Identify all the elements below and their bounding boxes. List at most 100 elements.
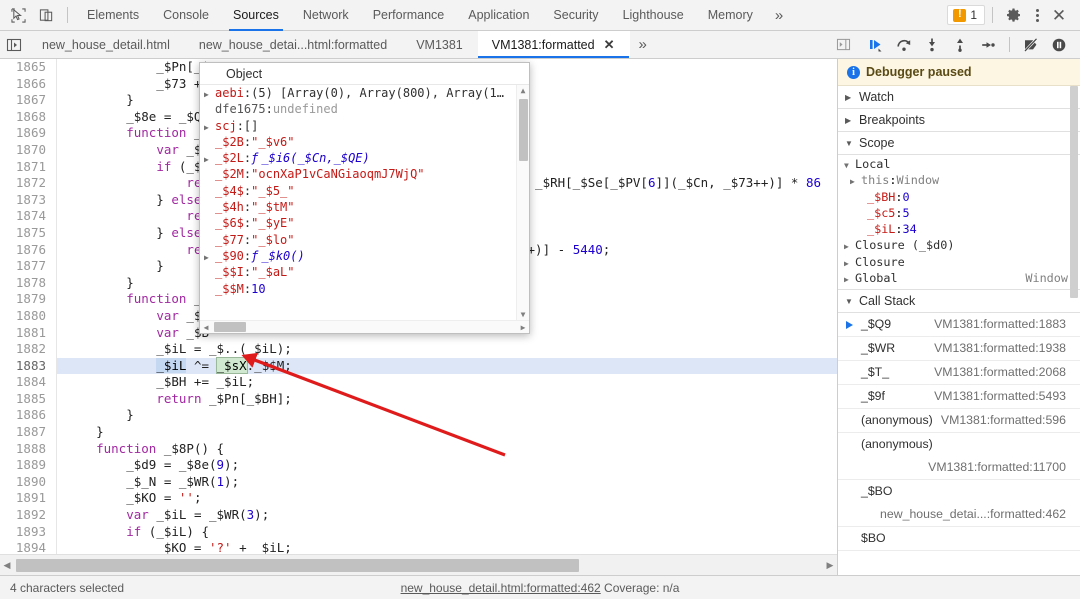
scrollbar-thumb[interactable] xyxy=(16,559,579,572)
resume-script-execution-button[interactable] xyxy=(863,33,889,57)
line-content[interactable]: _$KO = ''; xyxy=(56,490,201,507)
line-content[interactable]: var _$ xyxy=(56,142,201,159)
line-content[interactable]: } else xyxy=(56,225,201,242)
call-stack-location[interactable]: new_house_detai...:formatted:462 xyxy=(880,506,1066,523)
scrollbar-thumb-h[interactable] xyxy=(214,322,246,332)
line-content[interactable]: if (_$iL) { xyxy=(56,524,209,541)
call-stack-location[interactable]: VM1381:formatted:1938 xyxy=(934,340,1066,357)
line-content[interactable]: } xyxy=(56,275,134,292)
line-number[interactable]: 1867 xyxy=(0,92,56,109)
scroll-left-arrow[interactable]: ◀ xyxy=(0,560,14,571)
call-stack-list[interactable]: _$Q9VM1381:formatted:1883_$WRVM1381:form… xyxy=(838,313,1080,575)
code-line[interactable]: 1886 } xyxy=(0,407,837,424)
line-number[interactable]: 1871 xyxy=(0,159,56,176)
code-line[interactable]: 1889 _$d9 = _$8e(9); xyxy=(0,457,837,474)
line-content[interactable]: _$iL = _$..(_$iL); xyxy=(56,341,292,358)
call-stack-row[interactable]: _$9fVM1381:formatted:5493 xyxy=(838,385,1080,409)
file-tab-vm1381[interactable]: VM1381 xyxy=(402,31,478,58)
line-number[interactable]: 1889 xyxy=(0,457,56,474)
tab-console[interactable]: Console xyxy=(151,0,221,31)
object-property-row[interactable]: _$4h: "_$tM" xyxy=(202,200,516,216)
object-property-row[interactable]: _$6$: "_$yE" xyxy=(202,216,516,232)
scope-variable-row[interactable]: ▶Closure (_$d0) xyxy=(838,238,1080,254)
scope-variable-row[interactable]: _$iL: 34 xyxy=(838,222,1080,238)
scroll-right-arrow[interactable]: ▶ xyxy=(517,323,529,332)
object-property-row[interactable]: ▶aebi: (5) [Array(0), Array(800), Array(… xyxy=(202,86,516,102)
show-debugger-sidebar-icon[interactable] xyxy=(831,33,855,57)
scrollbar-thumb[interactable] xyxy=(1070,86,1078,298)
line-content[interactable]: function _$8P() { xyxy=(56,441,224,458)
object-property-row[interactable]: _$4$: "_$5_" xyxy=(202,184,516,200)
chevron-down-icon[interactable]: ▼ xyxy=(844,158,855,174)
kebab-menu-icon[interactable] xyxy=(1028,6,1046,24)
close-icon[interactable]: ✕ xyxy=(604,37,615,53)
line-number[interactable]: 1890 xyxy=(0,474,56,491)
line-number[interactable]: 1869 xyxy=(0,125,56,142)
line-content[interactable]: } xyxy=(56,258,164,275)
line-content[interactable]: _$_N = _$WR(1); xyxy=(56,474,239,491)
object-property-row[interactable]: _$$M: 10 xyxy=(202,282,516,298)
tab-elements[interactable]: Elements xyxy=(75,0,151,31)
step-out-of-current-function-button[interactable] xyxy=(947,33,973,57)
status-badge-warnings[interactable]: 1 xyxy=(947,5,985,25)
tab-performance[interactable]: Performance xyxy=(361,0,457,31)
line-number[interactable]: 1868 xyxy=(0,109,56,126)
scope-variable-row[interactable]: ▼Local xyxy=(838,157,1080,173)
line-number[interactable]: 1888 xyxy=(0,441,56,458)
code-line[interactable]: 1892 var _$iL = _$WR(3); xyxy=(0,507,837,524)
line-number[interactable]: 1874 xyxy=(0,208,56,225)
line-content[interactable]: ret xyxy=(56,208,209,225)
line-number[interactable]: 1893 xyxy=(0,524,56,541)
line-content[interactable]: var _$ xyxy=(56,308,201,325)
scope-variable-row[interactable]: _$BH: 0 xyxy=(838,190,1080,206)
scope-variable-row[interactable]: ▶GlobalWindow xyxy=(838,271,1080,287)
editor-horizontal-scrollbar[interactable]: ◀ ▶ xyxy=(0,554,837,575)
object-popup-vertical-scrollbar[interactable]: ▲ ▼ xyxy=(516,85,529,320)
call-stack-row[interactable]: _$WRVM1381:formatted:1938 xyxy=(838,337,1080,361)
object-property-list[interactable]: ▶aebi: (5) [Array(0), Array(800), Array(… xyxy=(200,85,516,320)
code-line[interactable]: 1894 _$KO = '?' + _$iL; xyxy=(0,540,837,554)
line-number[interactable]: 1866 xyxy=(0,76,56,93)
code-line[interactable]: 1884 _$BH += _$iL; xyxy=(0,374,837,391)
object-hover-popup[interactable]: Object ▶aebi: (5) [Array(0), Array(800),… xyxy=(199,62,530,334)
scope-variable-tree[interactable]: ▼Local▶this: Window_$BH: 0_$c5: 5_$iL: 3… xyxy=(838,155,1080,290)
object-property-row[interactable]: ▶_$90: ƒ_$k0() xyxy=(202,249,516,265)
call-stack-row[interactable]: $BO xyxy=(838,527,1080,551)
object-property-row[interactable]: ▶_$2L: ƒ_$i6(_$Cn,_$QE) xyxy=(202,151,516,167)
line-content[interactable]: } xyxy=(56,424,104,441)
code-line[interactable]: 1882 _$iL = _$..(_$iL); xyxy=(0,341,837,358)
sidebar-vertical-scrollbar[interactable] xyxy=(1069,59,1080,575)
code-line[interactable]: 1887 } xyxy=(0,424,837,441)
pause-on-exceptions-button[interactable] xyxy=(1046,33,1072,57)
object-popup-horizontal-scrollbar[interactable]: ◀ ▶ xyxy=(200,320,529,333)
chevron-right-icon[interactable]: ▶ xyxy=(844,239,855,255)
chevron-right-icon[interactable]: ▶ xyxy=(204,250,215,266)
call-stack-row[interactable]: _$BOnew_house_detai...:formatted:462 xyxy=(838,480,1080,527)
line-number[interactable]: 1881 xyxy=(0,325,56,342)
scroll-up-arrow[interactable]: ▲ xyxy=(517,86,529,95)
line-number[interactable]: 1872 xyxy=(0,175,56,192)
line-content[interactable]: } else xyxy=(56,192,201,209)
line-number[interactable]: 1894 xyxy=(0,540,56,554)
scrollbar-thumb[interactable] xyxy=(519,99,528,161)
step-into-next-function-call-button[interactable] xyxy=(919,33,945,57)
line-number[interactable]: 1876 xyxy=(0,242,56,259)
line-content[interactable]: function _$ xyxy=(56,125,209,142)
chevron-right-icon[interactable]: ▶ xyxy=(844,256,855,272)
line-number[interactable]: 1877 xyxy=(0,258,56,275)
line-number[interactable]: 1865 xyxy=(0,59,56,76)
chevron-right-icon[interactable]: ▶ xyxy=(204,87,215,103)
sidebar-section-scope[interactable]: ▼ Scope xyxy=(838,132,1080,155)
close-icon[interactable]: ✕ xyxy=(1046,7,1072,24)
object-property-row[interactable]: _$2B: "_$v6" xyxy=(202,135,516,151)
source-location-link[interactable]: new_house_detail.html:formatted:462 xyxy=(401,581,601,595)
code-line[interactable]: 1891 _$KO = ''; xyxy=(0,490,837,507)
line-number[interactable]: 1880 xyxy=(0,308,56,325)
object-property-row[interactable]: _$77: "_$lo" xyxy=(202,233,516,249)
line-content[interactable]: _$Pn[_$ xyxy=(56,59,209,76)
line-content[interactable]: ret xyxy=(56,175,209,192)
scroll-down-arrow[interactable]: ▼ xyxy=(517,310,529,319)
code-line[interactable]: 1885 return _$Pn[_$BH]; xyxy=(0,391,837,408)
object-property-row[interactable]: _$$I: "_$aL" xyxy=(202,265,516,281)
file-tab-new-house-detail[interactable]: new_house_detail.html xyxy=(28,31,185,58)
